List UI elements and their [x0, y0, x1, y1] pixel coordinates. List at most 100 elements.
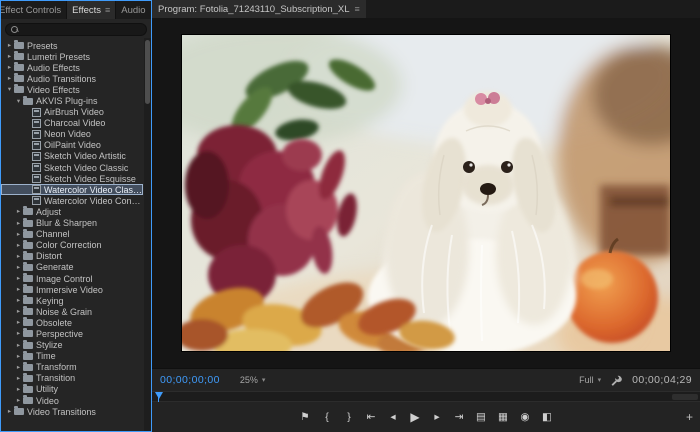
tab-effects[interactable]: Effects ≡: [67, 1, 116, 19]
folder-icon: [23, 253, 33, 260]
twirl-closed-icon[interactable]: ▸: [14, 284, 23, 295]
twirl-open-icon[interactable]: ▾: [5, 84, 14, 95]
tree-item-effect[interactable]: Sketch Video Classic: [1, 162, 143, 173]
zoom-level-dropdown[interactable]: 25% ▾: [240, 375, 266, 385]
tree-item-folder[interactable]: ▸Adjust: [1, 206, 143, 217]
tree-item-effect[interactable]: Watercolor Video Contour: [1, 195, 143, 206]
export-frame-button[interactable]: ◉: [518, 412, 532, 423]
tree-item-folder[interactable]: ▸Distort: [1, 251, 143, 262]
tree-item-folder[interactable]: ▸Audio Effects: [1, 62, 143, 73]
tree-item-label: Keying: [36, 296, 64, 306]
twirl-closed-icon[interactable]: ▸: [14, 362, 23, 373]
tree-item-label: AKVIS Plug-ins: [36, 96, 98, 106]
twirl-closed-icon[interactable]: ▸: [14, 340, 23, 351]
mark-out-button[interactable]: }: [342, 412, 356, 423]
tree-item-folder[interactable]: ▸Noise & Grain: [1, 306, 143, 317]
twirl-closed-icon[interactable]: ▸: [14, 240, 23, 251]
tree-item-folder[interactable]: ▸Stylize: [1, 340, 143, 351]
twirl-closed-icon[interactable]: ▸: [5, 40, 14, 51]
settings-wrench-icon[interactable]: [611, 375, 622, 386]
folder-icon: [14, 64, 24, 71]
tree-item-folder[interactable]: ▸Video: [1, 395, 143, 406]
twirl-closed-icon[interactable]: ▸: [5, 51, 14, 62]
vertical-scrollbar[interactable]: [144, 38, 151, 431]
twirl-open-icon[interactable]: ▾: [14, 96, 23, 107]
effect-plugin-icon: [32, 163, 41, 172]
panel-menu-icon[interactable]: ≡: [355, 4, 360, 14]
twirl-closed-icon[interactable]: ▸: [14, 218, 23, 229]
tree-item-label: Sketch Video Esquisse: [44, 174, 136, 184]
twirl-closed-icon[interactable]: ▸: [14, 262, 23, 273]
tree-item-folder[interactable]: ▸ Keying: [1, 295, 143, 306]
tree-item-folder[interactable]: ▸Utility: [1, 384, 143, 395]
tree-item-effect[interactable]: Watercolor Video Classic: [1, 184, 143, 195]
tree-item-folder[interactable]: ▸Immersive Video: [1, 284, 143, 295]
twirl-closed-icon[interactable]: ▸: [5, 406, 14, 417]
twirl-closed-icon[interactable]: ▸: [5, 73, 14, 84]
tab-effect-controls[interactable]: Effect Controls: [1, 1, 67, 19]
tree-item-folder[interactable]: ▾ AKVIS Plug-ins: [1, 95, 143, 106]
tree-item-folder[interactable]: ▸Blur & Sharpen: [1, 218, 143, 229]
go-to-in-button[interactable]: ⇤: [364, 412, 378, 423]
playhead-icon[interactable]: [155, 392, 163, 399]
mini-timeline[interactable]: [152, 391, 700, 402]
effects-tree: ▸Presets▸Lumetri Presets▸Audio Effects▸A…: [1, 38, 151, 431]
twirl-closed-icon[interactable]: ▸: [14, 306, 23, 317]
tree-item-effect[interactable]: OilPaint Video: [1, 140, 143, 151]
tree-item-effect[interactable]: Sketch Video Artistic: [1, 151, 143, 162]
tree-item-folder[interactable]: ▸Image Control: [1, 273, 143, 284]
tree-item-folder[interactable]: ▸Video Transitions: [1, 406, 143, 417]
tree-item-folder[interactable]: ▸Audio Transitions: [1, 73, 143, 84]
tree-item-folder[interactable]: ▸Color Correction: [1, 240, 143, 251]
twirl-closed-icon[interactable]: ▸: [14, 384, 23, 395]
tree-item-folder[interactable]: ▸Lumetri Presets: [1, 51, 143, 62]
program-controls: 00;00;00;00 25% ▾ Full ▾ 00;00;04;29 ⚑{}…: [152, 368, 700, 432]
tree-item-effect[interactable]: Neon Video: [1, 129, 143, 140]
button-editor-plus[interactable]: +: [686, 410, 693, 424]
tree-item-folder[interactable]: ▸Transform: [1, 362, 143, 373]
tree-item-folder[interactable]: ▸Channel: [1, 229, 143, 240]
tree-item-folder[interactable]: ▸Generate: [1, 262, 143, 273]
folder-icon: [23, 353, 33, 360]
lift-button[interactable]: ▤: [474, 412, 488, 423]
tree-item-effect[interactable]: Sketch Video Esquisse: [1, 173, 143, 184]
effect-plugin-icon: [32, 108, 41, 117]
tree-item-folder[interactable]: ▸Obsolete: [1, 317, 143, 328]
twirl-closed-icon[interactable]: ▸: [14, 395, 23, 406]
add-marker-button[interactable]: ⚑: [298, 412, 312, 423]
twirl-closed-icon[interactable]: ▸: [14, 373, 23, 384]
tab-program[interactable]: Program: Fotolia_71243110_Subscription_X…: [152, 0, 366, 18]
twirl-closed-icon[interactable]: ▸: [5, 62, 14, 73]
play-button[interactable]: ▶: [408, 411, 422, 423]
twirl-closed-icon[interactable]: ▸: [14, 251, 23, 262]
current-timecode[interactable]: 00;00;00;00: [160, 374, 220, 386]
zoom-scroll-handle[interactable]: [672, 394, 698, 400]
twirl-closed-icon[interactable]: ▸: [14, 351, 23, 362]
twirl-closed-icon[interactable]: ▸: [14, 229, 23, 240]
tree-item-folder[interactable]: ▸Time: [1, 351, 143, 362]
twirl-closed-icon[interactable]: ▸: [14, 295, 23, 306]
tree-item-effect[interactable]: AirBrush Video: [1, 107, 143, 118]
tree-item-folder[interactable]: ▸Perspective: [1, 328, 143, 339]
twirl-closed-icon[interactable]: ▸: [14, 328, 23, 339]
tree-item-folder[interactable]: ▾Video Effects: [1, 84, 143, 95]
comparison-view-button[interactable]: ◧: [540, 412, 554, 423]
tree-item-folder[interactable]: ▸Transition: [1, 373, 143, 384]
effects-search-box[interactable]: [5, 23, 147, 36]
tree-item-folder[interactable]: ▸Presets: [1, 40, 143, 51]
search-input[interactable]: [22, 24, 141, 34]
scrollbar-thumb[interactable]: [145, 40, 150, 104]
mark-in-button[interactable]: {: [320, 412, 334, 423]
step-back-button[interactable]: ◂: [386, 412, 400, 423]
go-to-out-button[interactable]: ⇥: [452, 412, 466, 423]
twirl-closed-icon[interactable]: ▸: [14, 273, 23, 284]
watercolor-painting: [182, 35, 670, 351]
resolution-dropdown[interactable]: Full ▾: [579, 375, 601, 385]
extract-button[interactable]: ▦: [496, 412, 510, 423]
twirl-closed-icon[interactable]: ▸: [14, 206, 23, 217]
twirl-closed-icon[interactable]: ▸: [14, 317, 23, 328]
step-forward-button[interactable]: ▸: [430, 412, 444, 423]
panel-menu-icon[interactable]: ≡: [105, 5, 110, 15]
tab-audio[interactable]: Audio: [116, 1, 151, 19]
tree-item-effect[interactable]: Charcoal Video: [1, 118, 143, 129]
